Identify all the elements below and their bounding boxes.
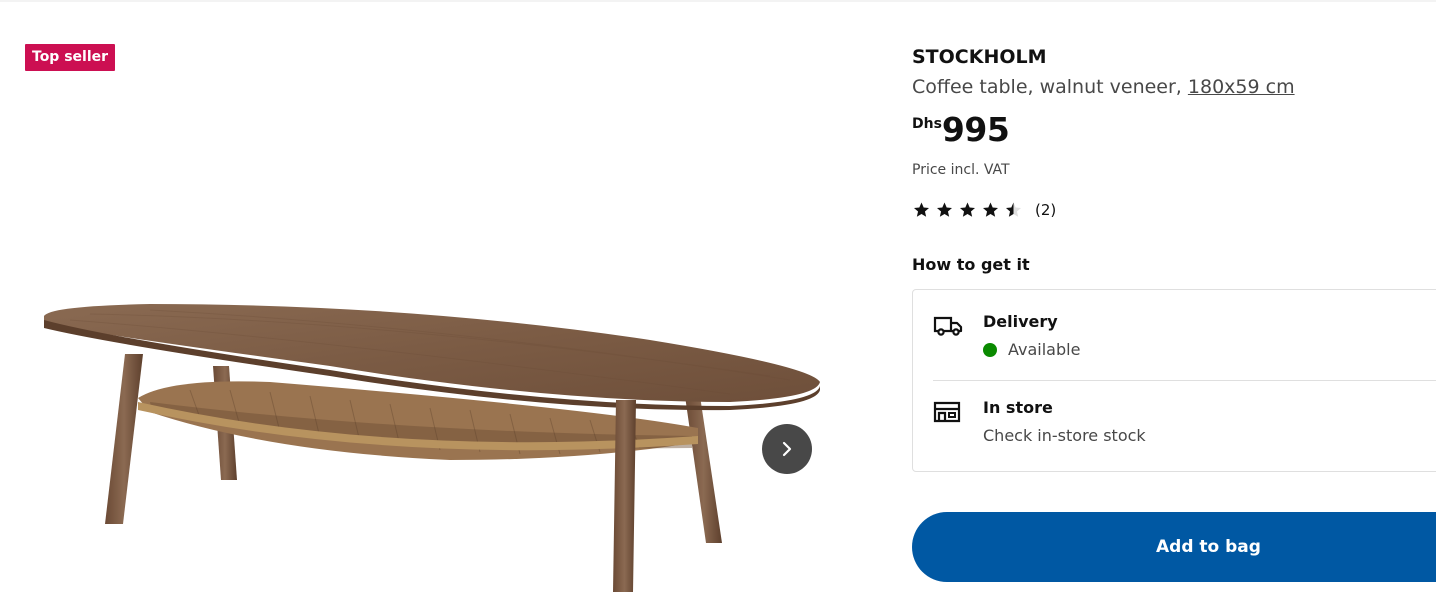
vat-note: Price incl. VAT <box>912 162 1010 178</box>
star-icon <box>983 202 998 217</box>
delivery-status: Available <box>983 340 1080 359</box>
next-image-button[interactable] <box>762 424 812 474</box>
delivery-title: Delivery <box>983 312 1058 331</box>
availability-card: Delivery Available In store Check in-sto… <box>912 289 1436 472</box>
product-name: STOCKHOLM <box>912 46 1047 68</box>
truck-icon <box>933 316 963 336</box>
store-icon <box>933 401 961 423</box>
delivery-option[interactable]: Delivery Available <box>933 312 1436 380</box>
star-icon <box>960 202 975 217</box>
description-text: Coffee table, walnut veneer, <box>912 76 1188 98</box>
rating[interactable]: (2) <box>912 201 1056 219</box>
status-dot <box>983 342 997 357</box>
rating-stars <box>912 201 1023 219</box>
chevron-right-icon <box>782 441 792 457</box>
add-to-bag-button[interactable]: Add to bag <box>912 512 1436 582</box>
rating-count: (2) <box>1035 201 1057 219</box>
price: Dhs 995 <box>912 110 1010 150</box>
check-stock-link[interactable]: Check in-store stock <box>983 426 1146 445</box>
price-currency: Dhs <box>912 116 942 132</box>
star-icon <box>937 202 952 217</box>
size-link[interactable]: 180x59 cm <box>1188 76 1295 98</box>
in-store-option[interactable]: In store Check in-store stock <box>933 398 1436 458</box>
top-seller-badge: Top seller <box>25 44 116 71</box>
product-page: Top seller STOCKHOLM Coffee table, walnu… <box>0 0 1436 599</box>
card-divider <box>933 380 1436 381</box>
price-amount: 995 <box>941 110 1010 149</box>
star-icon <box>914 202 929 217</box>
delivery-status-text: Available <box>1008 340 1081 359</box>
product-info: STOCKHOLM Coffee table, walnut veneer, 1… <box>912 0 1436 599</box>
product-gallery: Top seller <box>0 0 860 599</box>
in-store-title: In store <box>983 398 1053 417</box>
half-star-icon <box>1006 202 1021 217</box>
how-to-get-it-title: How to get it <box>912 255 1030 274</box>
product-image[interactable] <box>30 290 830 599</box>
product-description: Coffee table, walnut veneer, 180x59 cm <box>912 76 1295 98</box>
